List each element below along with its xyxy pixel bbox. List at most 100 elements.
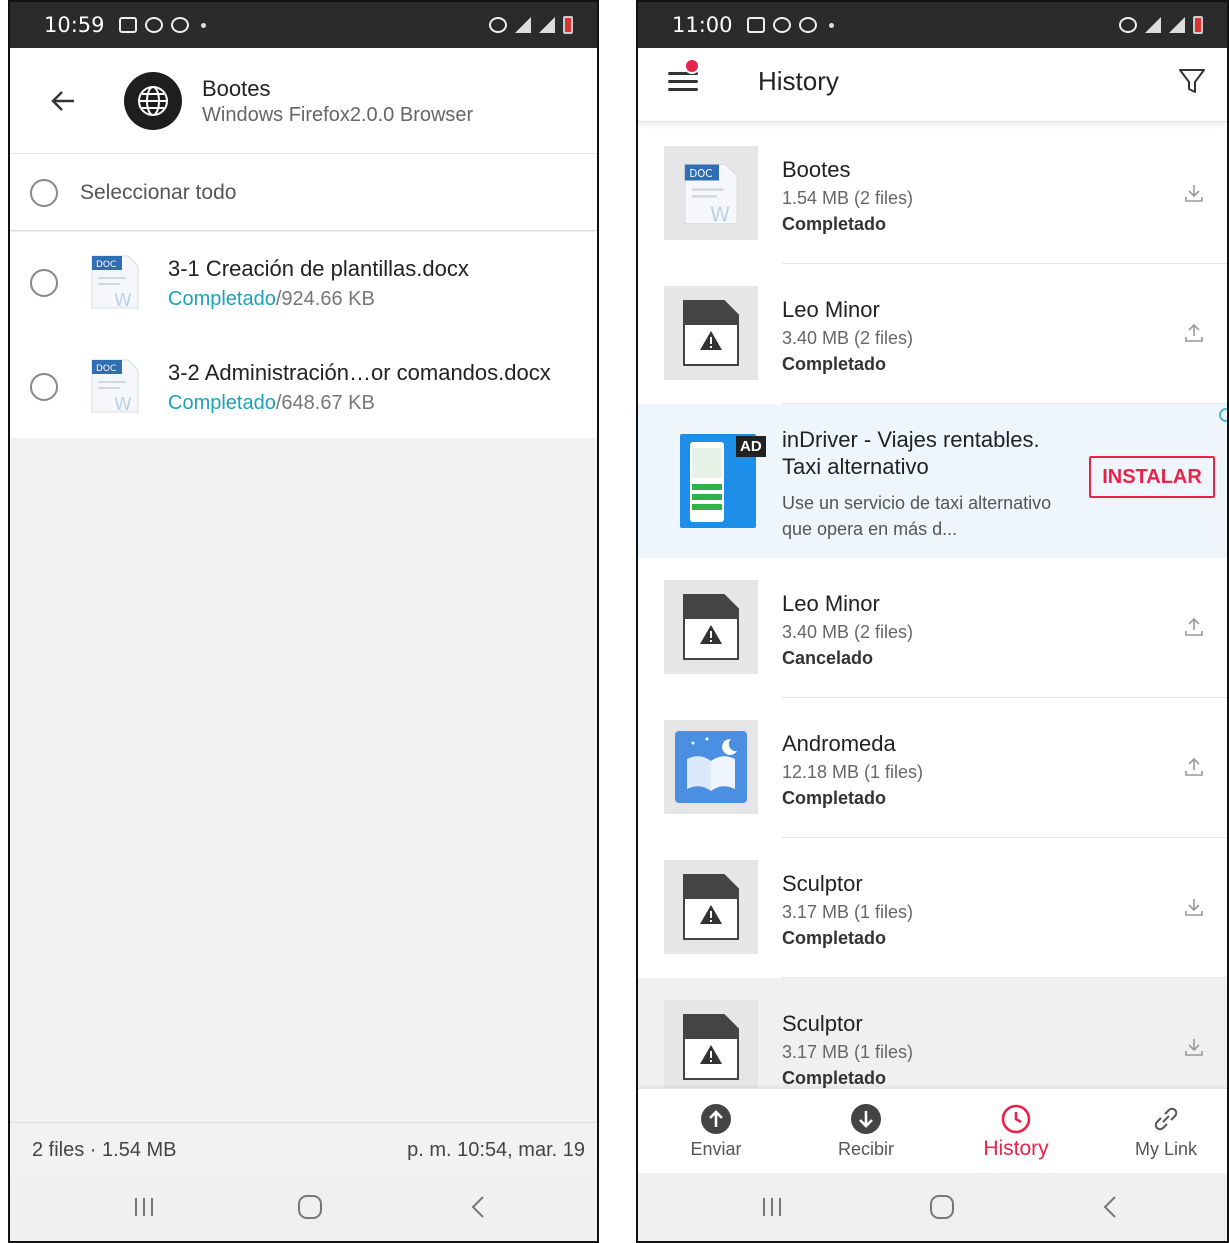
file-size: /924.66 KB	[275, 288, 375, 310]
file-meta: Completado/648.67 KB	[168, 392, 375, 415]
file-status: Completado	[168, 392, 276, 414]
history-item-status: Completado	[782, 214, 887, 234]
system-icons	[489, 16, 573, 34]
system-nav-bar	[10, 1173, 597, 1241]
svg-text:W: W	[114, 290, 132, 310]
back-arrow-icon[interactable]	[50, 88, 76, 114]
file-list: DOC W 3-1 Creación de plantillas.docx Co…	[10, 232, 597, 438]
globe-icon	[124, 72, 182, 130]
ad-badge: AD	[736, 436, 766, 457]
status-time: 10:59	[44, 13, 105, 37]
history-item-size: 3.17 MB (1 files)	[782, 1042, 914, 1062]
history-item-status: Completado	[782, 788, 887, 808]
right-phone-screen: 11:00 History DOC W Bootes 1.54 MB (2 fi…	[636, 0, 1229, 1243]
ad-description: Use un servicio de taxi alternativo que …	[782, 493, 1052, 539]
recent-apps-icon[interactable]	[124, 1191, 164, 1223]
history-item-status: Completado	[782, 354, 887, 374]
unknown-file-icon	[664, 580, 758, 674]
download-icon	[1183, 182, 1205, 204]
notification-dot-icon	[684, 58, 700, 74]
tab-recibir[interactable]: Recibir	[792, 1089, 940, 1171]
battery-icon	[563, 16, 573, 34]
clock-icon	[1000, 1103, 1032, 1135]
ad-title: inDriver - Viajes rentables. Taxi altern…	[782, 427, 1040, 479]
tab-label: History	[983, 1137, 1049, 1160]
history-item[interactable]: Sculptor 3.17 MB (1 files) Completado	[638, 838, 1227, 978]
history-item[interactable]: Andromeda 12.18 MB (1 files) Completado	[638, 698, 1227, 838]
left-phone-screen: 10:59 Bootes Windows Firefox2.0.0 Browse…	[8, 0, 599, 1243]
file-name: 3-2 Administración…or comandos.docx	[168, 360, 551, 385]
whatsapp-icon	[772, 17, 791, 33]
page-title: History	[758, 66, 839, 96]
tab-enviar[interactable]: Enviar	[642, 1089, 790, 1171]
download-arrow-icon	[850, 1103, 882, 1135]
filter-icon[interactable]	[1177, 66, 1207, 96]
file-select-radio[interactable]	[30, 269, 58, 297]
file-size: /648.67 KB	[275, 392, 375, 414]
transfer-date: p. m. 10:54, mar. 19	[407, 1139, 585, 1161]
select-all-radio[interactable]	[30, 179, 58, 207]
svg-text:DOC: DOC	[689, 168, 712, 180]
history-item-size: 3.40 MB (2 files)	[782, 328, 914, 348]
history-item[interactable]: Leo Minor 3.40 MB (2 files) Completado	[638, 264, 1227, 404]
select-all-label: Seleccionar todo	[80, 181, 237, 204]
home-icon[interactable]	[290, 1191, 330, 1223]
doc-icon: DOC W	[90, 252, 140, 311]
tab-my-link[interactable]: My Link	[1092, 1089, 1227, 1171]
transfer-summary-footer: 2 files · 1.54 MB p. m. 10:54, mar. 19	[10, 1122, 597, 1176]
file-name: 3-1 Creación de plantillas.docx	[168, 256, 469, 281]
back-nav-icon[interactable]	[458, 1191, 498, 1223]
message-icon	[118, 17, 137, 33]
history-item-name: Leo Minor	[782, 591, 880, 616]
file-row[interactable]: DOC W 3-1 Creación de plantillas.docx Co…	[10, 232, 597, 336]
device-name: Bootes	[202, 76, 271, 101]
download-icon	[1183, 896, 1205, 918]
upload-icon	[1183, 616, 1205, 638]
history-item-status: Cancelado	[782, 648, 874, 668]
more-notifications-icon	[200, 22, 206, 28]
recent-apps-icon[interactable]	[752, 1191, 792, 1223]
install-button[interactable]: INSTALAR	[1089, 456, 1215, 498]
tab-label: My Link	[1134, 1139, 1197, 1159]
history-list: DOC W Bootes 1.54 MB (2 files) Completad…	[638, 124, 1227, 1088]
message-icon	[746, 17, 765, 33]
file-select-radio[interactable]	[30, 373, 58, 401]
alarm-icon	[489, 17, 507, 33]
signal-icon	[539, 17, 555, 33]
tab-history[interactable]: History	[942, 1089, 1090, 1171]
signal-icon	[1169, 17, 1185, 33]
history-item-size: 1.54 MB (2 files)	[782, 188, 914, 208]
app-notification-icon	[170, 17, 189, 33]
system-icons	[1119, 16, 1203, 34]
tab-label: Enviar	[690, 1139, 742, 1159]
system-nav-bar	[638, 1173, 1227, 1241]
history-item-size: 12.18 MB (1 files)	[782, 762, 924, 782]
svg-text:W: W	[710, 202, 730, 226]
upload-icon	[1183, 756, 1205, 778]
whatsapp-icon	[144, 17, 163, 33]
file-row[interactable]: DOC W 3-2 Administración…or comandos.doc…	[10, 336, 597, 440]
link-icon	[1150, 1103, 1182, 1135]
back-nav-icon[interactable]	[1090, 1191, 1130, 1223]
transfer-header: Bootes Windows Firefox2.0.0 Browser	[10, 48, 597, 154]
history-item-size: 3.17 MB (1 files)	[782, 902, 914, 922]
download-icon	[1183, 1036, 1205, 1058]
upload-arrow-icon	[700, 1103, 732, 1135]
alarm-icon	[1119, 17, 1137, 33]
home-icon[interactable]	[922, 1191, 962, 1223]
bottom-tab-bar: Enviar Recibir History My Link	[638, 1088, 1227, 1170]
ad-banner[interactable]: AD inDriver - Viajes rentables. Taxi alt…	[638, 404, 1227, 558]
history-item-name: Sculptor	[782, 1011, 863, 1036]
history-item-name: Sculptor	[782, 871, 863, 896]
status-time: 11:00	[672, 13, 733, 37]
status-bar: 11:00	[638, 2, 1227, 48]
file-count-summary: 2 files · 1.54 MB	[32, 1139, 177, 1161]
history-item-status: Completado	[782, 928, 887, 948]
history-item-size: 3.40 MB (2 files)	[782, 622, 914, 642]
history-item[interactable]: DOC W Bootes 1.54 MB (2 files) Completad…	[638, 124, 1227, 264]
ad-info-icon[interactable]	[1219, 408, 1227, 422]
select-all-row[interactable]: Seleccionar todo	[10, 155, 597, 231]
history-item[interactable]: Sculptor 3.17 MB (1 files) Completado	[638, 978, 1227, 1088]
history-item[interactable]: Leo Minor 3.40 MB (2 files) Cancelado	[638, 558, 1227, 698]
empty-area	[10, 438, 597, 1122]
